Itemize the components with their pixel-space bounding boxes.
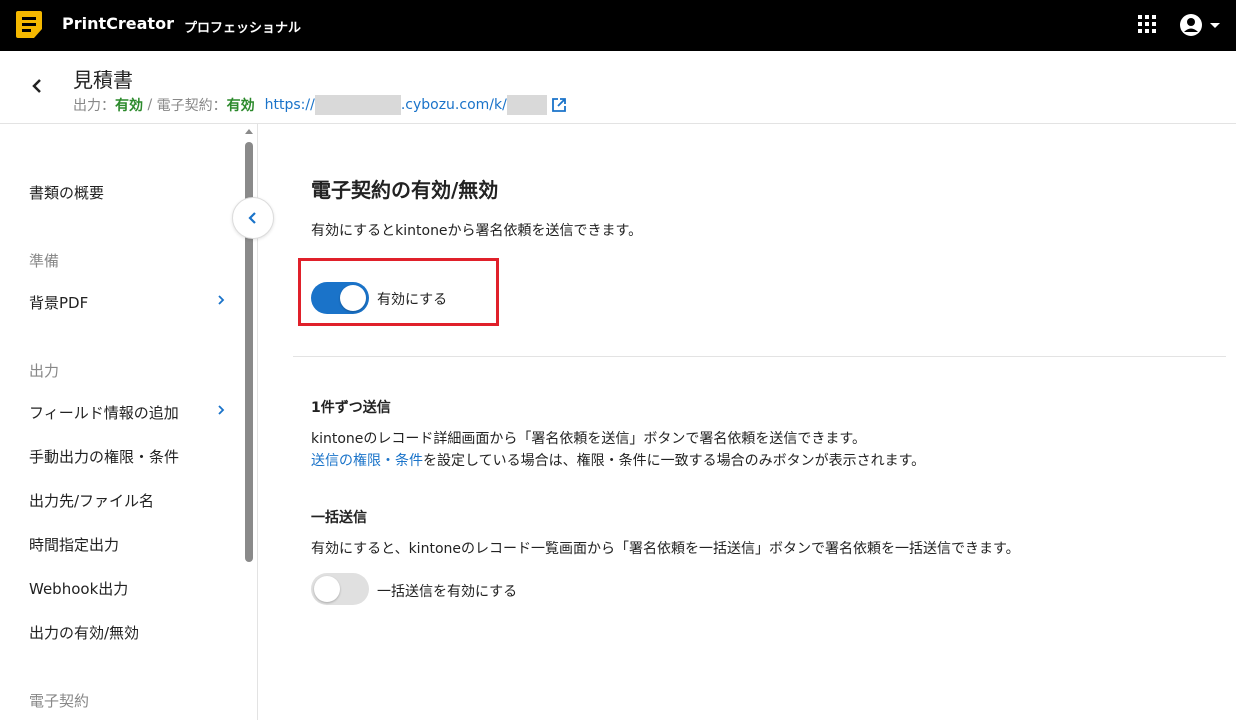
esign-status-value: 有効	[226, 98, 255, 114]
app-url-link[interactable]: https:// .cybozu.com/k/	[265, 95, 567, 115]
sidebar-nav: 書類の概要 準備 背景PDF 出力 フィールド情報の追加 手動出力の権限・条件 …	[0, 124, 258, 720]
section-title: 電子契約の有効/無効	[311, 178, 499, 202]
top-bar: PrintCreator プロフェッショナル	[0, 0, 1236, 51]
divider	[293, 356, 1226, 357]
bulk-send-description: 有効にすると、kintoneのレコード一覧画面から「署名依頼を一括送信」ボタンで…	[311, 541, 1020, 557]
single-send-note: 送信の権限・条件を設定している場合は、権限・条件に一致する場合のみボタンが表示さ…	[311, 450, 925, 470]
external-link-icon[interactable]	[551, 97, 567, 113]
sidebar-item-manual-output-permissions[interactable]: 手動出力の権限・条件	[29, 446, 179, 467]
single-send-title: 1件ずつ送信	[311, 400, 391, 416]
main-content: 電子契約の有効/無効 有効にするとkintoneから署名依頼を送信できます。 有…	[258, 124, 1236, 720]
sidebar-section-preparation: 準備	[29, 252, 60, 270]
status-line: 出力： 有効 / 電子契約： 有効 https:// .cybozu.com/k…	[73, 95, 567, 115]
sidebar-section-output: 出力	[29, 362, 60, 380]
esign-enable-toggle[interactable]	[311, 282, 369, 314]
sidebar-item-document-overview[interactable]: 書類の概要	[29, 182, 104, 203]
printcreator-logo-icon[interactable]	[14, 9, 44, 40]
toggle-knob	[340, 285, 366, 311]
apps-grid-icon[interactable]	[1138, 15, 1156, 33]
page-title: 見積書	[73, 68, 133, 92]
edition-label: プロフェッショナル	[184, 21, 302, 36]
chevron-right-icon[interactable]	[216, 294, 226, 306]
sidebar-section-esign: 電子契約	[29, 692, 90, 710]
sidebar-item-output-destination[interactable]: 出力先/ファイル名	[29, 490, 154, 511]
scroll-up-arrow-icon[interactable]	[244, 127, 254, 135]
caret-down-icon	[1210, 23, 1220, 28]
output-status-value: 有効	[115, 98, 143, 114]
account-menu-button[interactable]	[1180, 13, 1220, 37]
redacted-subdomain	[314, 95, 401, 115]
page-header: 見積書 出力： 有効 / 電子契約： 有効 https:// .cybozu.c…	[0, 51, 1236, 124]
collapse-sidebar-button[interactable]	[232, 197, 274, 239]
bulk-send-toggle[interactable]	[311, 573, 369, 605]
sidebar-item-webhook-output[interactable]: Webhook出力	[29, 578, 128, 599]
toggle-knob	[314, 576, 340, 602]
redacted-app-id	[506, 95, 547, 115]
output-status-label: 出力：	[73, 98, 115, 114]
send-permission-link[interactable]: 送信の権限・条件	[311, 453, 423, 469]
sidebar-item-scheduled-output[interactable]: 時間指定出力	[29, 534, 119, 555]
sidebar-item-background-pdf[interactable]: 背景PDF	[29, 292, 88, 313]
bulk-send-title: 一括送信	[311, 510, 367, 526]
sidebar-item-output-enable[interactable]: 出力の有効/無効	[29, 622, 139, 643]
account-icon	[1180, 14, 1202, 36]
bulk-send-toggle-label: 一括送信を有効にする	[377, 584, 518, 600]
back-arrow-icon[interactable]	[28, 76, 46, 96]
url-middle: .cybozu.com/k/	[400, 97, 507, 113]
single-send-note-text: を設定している場合は、権限・条件に一致する場合のみボタンが表示されます。	[423, 453, 926, 469]
status-separator: /	[143, 97, 157, 113]
section-description: 有効にするとkintoneから署名依頼を送信できます。	[311, 223, 643, 239]
sidebar-item-add-field-info[interactable]: フィールド情報の追加	[29, 402, 179, 423]
chevron-right-icon[interactable]	[216, 404, 226, 416]
esign-enable-label: 有効にする	[377, 292, 448, 308]
single-send-description: kintoneのレコード詳細画面から「署名依頼を送信」ボタンで署名依頼を送信でき…	[311, 431, 867, 447]
chevron-left-icon	[248, 212, 256, 224]
url-prefix: https://	[264, 97, 315, 113]
esign-status-label: 電子契約：	[156, 98, 227, 114]
app-name[interactable]: PrintCreator	[62, 14, 174, 33]
